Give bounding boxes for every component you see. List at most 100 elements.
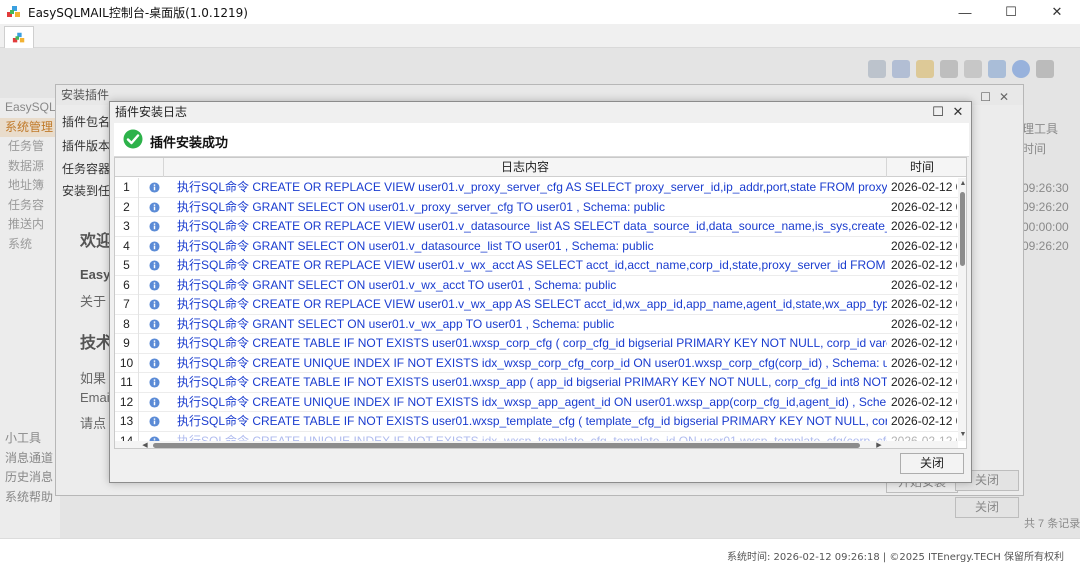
email-text: Email: [80, 390, 113, 405]
tools-icon[interactable]: [892, 60, 910, 78]
column-header-content[interactable]: 日志内容: [163, 158, 887, 177]
scroll-up-icon[interactable]: ▲: [959, 180, 966, 188]
row-number: 10: [115, 353, 139, 373]
horizontal-scrollbar[interactable]: ◀ ▶: [115, 441, 958, 448]
table-row[interactable]: 7 执行SQL命令 CREATE OR REPLACE VIEW user01.v…: [115, 295, 958, 315]
scroll-down-icon[interactable]: ▼: [959, 431, 966, 439]
card-icon[interactable]: [964, 60, 982, 78]
row-number: 2: [115, 197, 139, 217]
nav-item-push[interactable]: 推送内: [0, 215, 60, 235]
row-number: 8: [115, 314, 139, 334]
log-message: 执行SQL命令 CREATE TABLE IF NOT EXISTS user0…: [177, 414, 887, 428]
table-row[interactable]: 5 执行SQL命令 CREATE OR REPLACE VIEW user01.v…: [115, 256, 958, 276]
table-header: 日志内容 时间: [115, 158, 966, 177]
log-time: 2026-02-12 09:26:18: [891, 199, 957, 214]
table-row[interactable]: 14 执行SQL命令 CREATE UNIQUE INDEX IF NOT EXI…: [115, 431, 958, 442]
settings-icon[interactable]: [868, 60, 886, 78]
background-close-button[interactable]: 关闭: [955, 497, 1019, 518]
bg-text: 09:26:30: [1022, 180, 1069, 195]
row-number: 4: [115, 236, 139, 256]
table-row[interactable]: 11 执行SQL命令 CREATE TABLE IF NOT EXISTS use…: [115, 373, 958, 393]
maximize-icon[interactable]: ☐: [931, 102, 945, 122]
log-message: 执行SQL命令 CREATE OR REPLACE VIEW user01.v_…: [177, 297, 887, 311]
log-time: 2026-02-12 09:26:18: [891, 180, 957, 194]
scroll-right-icon[interactable]: ▶: [875, 441, 883, 448]
success-check-icon: [123, 129, 143, 149]
close-icon[interactable]: ✕: [951, 102, 965, 122]
vertical-scrollbar[interactable]: ▲ ▼: [958, 178, 966, 441]
box-icon[interactable]: [988, 60, 1006, 78]
bg-text: 09:26:20: [1022, 200, 1069, 214]
app-logo-icon: [7, 6, 20, 17]
info-icon[interactable]: [1012, 60, 1030, 78]
log-time: 2026-02-12 09:26:18: [891, 433, 957, 442]
table-row[interactable]: 6 执行SQL命令 GRANT SELECT ON user01.v_wx_acc…: [115, 275, 958, 295]
dialog-window-controls[interactable]: ☐✕: [980, 87, 1017, 107]
info-icon: [149, 201, 160, 213]
table-row[interactable]: 1 执行SQL命令 CREATE OR REPLACE VIEW user01.v…: [115, 178, 958, 198]
log-time: 2026-02-12 09:26:18: [891, 297, 957, 311]
log-message: 执行SQL命令 GRANT SELECT ON user01.v_wx_acct…: [177, 277, 617, 292]
row-number: 11: [115, 373, 139, 393]
dialog-header: 插件安装日志 ☐ ✕: [110, 102, 971, 122]
nav-item-system[interactable]: 系统: [0, 235, 60, 255]
nav-item-tools[interactable]: 小工具: [0, 429, 60, 449]
table-row[interactable]: 2 执行SQL命令 GRANT SELECT ON user01.v_proxy_…: [115, 197, 958, 217]
log-message: 执行SQL命令 CREATE TABLE IF NOT EXISTS user0…: [177, 375, 887, 389]
column-header-time[interactable]: 时间: [888, 158, 956, 177]
scroll-thumb[interactable]: [153, 443, 860, 448]
nav-item-help[interactable]: 系统帮助: [0, 488, 60, 508]
scroll-thumb[interactable]: [960, 192, 965, 266]
log-message: 执行SQL命令 CREATE OR REPLACE VIEW user01.v_…: [177, 219, 887, 233]
dialog-title: 安装插件: [61, 88, 110, 102]
edit-icon[interactable]: [916, 60, 934, 78]
log-time: 2026-02-12 09:26:18: [891, 336, 957, 350]
table-row[interactable]: 3 执行SQL命令 CREATE OR REPLACE VIEW user01.v…: [115, 217, 958, 237]
about-text: 关于: [80, 294, 107, 309]
nav-item-history[interactable]: 历史消息: [0, 468, 60, 488]
nav-item-addressbook[interactable]: 地址簿: [0, 176, 60, 196]
exit-icon[interactable]: [1036, 60, 1054, 78]
info-icon: [149, 377, 160, 388]
table-row[interactable]: 4 执行SQL命令 GRANT SELECT ON user01.v_dataso…: [115, 236, 958, 256]
row-number: 9: [115, 334, 139, 354]
table-row[interactable]: 13 执行SQL命令 CREATE TABLE IF NOT EXISTS use…: [115, 412, 958, 432]
tab-home[interactable]: [4, 26, 34, 48]
window-title: EasySQLMAIL控制台-桌面版(1.0.1219): [28, 5, 248, 20]
maximize-button[interactable]: ☐: [988, 0, 1034, 24]
info-icon: [149, 221, 160, 232]
log-close-button[interactable]: 关闭: [900, 453, 964, 474]
minimize-button[interactable]: —: [942, 0, 988, 24]
close-window-button[interactable]: ✕: [1034, 0, 1080, 24]
nav-item-system-manage[interactable]: 系统管理: [0, 117, 60, 137]
row-number: 5: [115, 256, 139, 276]
log-message: 执行SQL命令 CREATE UNIQUE INDEX IF NOT EXIST…: [177, 355, 887, 370]
table-row[interactable]: 9 执行SQL命令 CREATE TABLE IF NOT EXISTS user…: [115, 334, 958, 354]
nav-item[interactable]: EasySQLM: [0, 98, 60, 118]
row-number: 3: [115, 217, 139, 237]
log-time: 2026-02-12 09:26:18: [891, 414, 957, 428]
nav-item-task[interactable]: 任务管: [0, 137, 60, 157]
bg-text: 09:26:20: [1022, 239, 1069, 253]
please-text: 请点: [80, 416, 107, 431]
background-list-column: 理工具 时间 09:26:30 09:26:20 00:00:00 09:26:…: [1022, 120, 1080, 257]
nav-item-datasource[interactable]: 数据源: [0, 157, 60, 177]
info-icon: [149, 318, 160, 330]
nav-item-channel[interactable]: 消息通道: [0, 449, 60, 469]
bg-text: 时间: [1022, 141, 1047, 156]
bg-text: 理工具: [1022, 122, 1059, 136]
toolbar: [868, 60, 1054, 78]
record-count: 共 7 条记录: [1024, 518, 1080, 530]
scroll-left-icon[interactable]: ◀: [141, 441, 149, 448]
log-message: 执行SQL命令 GRANT SELECT ON user01.v_datasou…: [177, 238, 654, 253]
gear-icon[interactable]: [940, 60, 958, 78]
row-number: 1: [115, 178, 139, 198]
table-row[interactable]: 8 执行SQL命令 GRANT SELECT ON user01.v_wx_app…: [115, 314, 958, 334]
table-row[interactable]: 10 执行SQL命令 CREATE UNIQUE INDEX IF NOT EXI…: [115, 353, 958, 373]
left-navigation: EasySQLM 系统管理 任务管 数据源 地址簿 任务容 推送内 系统 小工具…: [0, 98, 60, 538]
nav-item-container[interactable]: 任务容: [0, 196, 60, 216]
field-label: 安装到任: [62, 184, 111, 198]
info-icon: [149, 416, 160, 427]
info-icon: [149, 279, 160, 291]
table-row[interactable]: 12 执行SQL命令 CREATE UNIQUE INDEX IF NOT EXI…: [115, 392, 958, 412]
